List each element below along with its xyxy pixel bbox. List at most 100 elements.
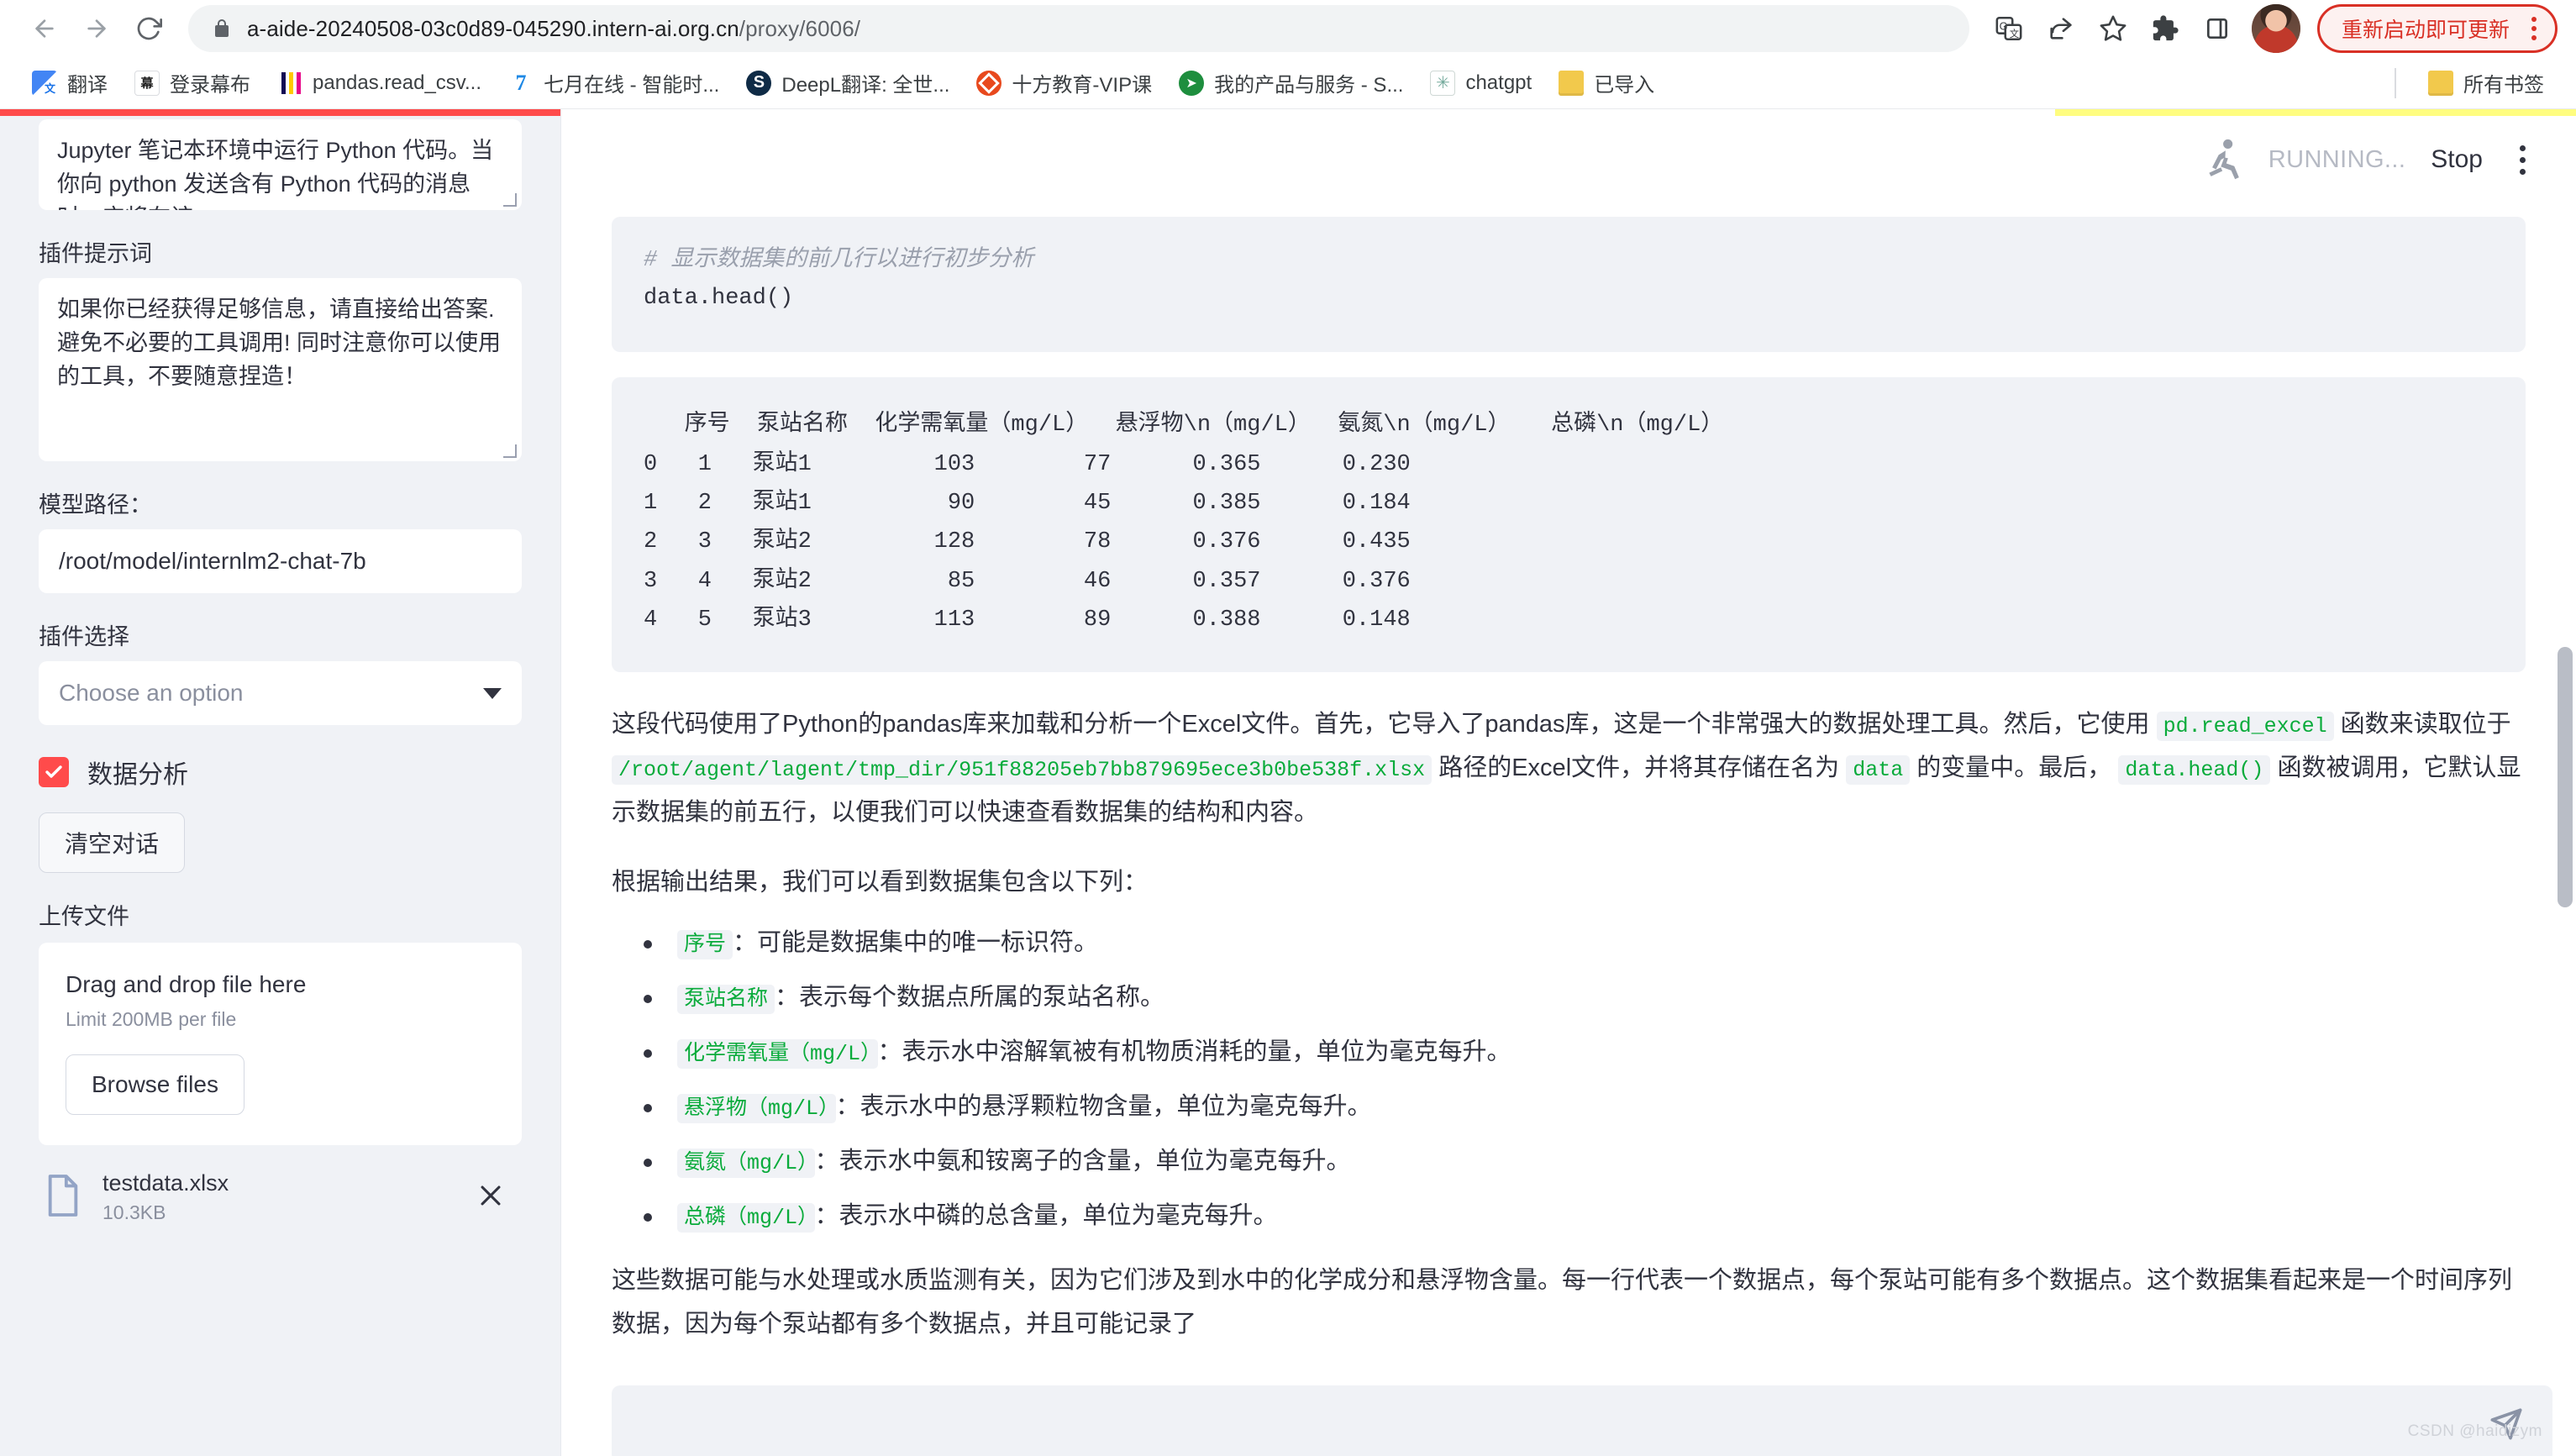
plugin-select-dropdown[interactable]: Choose an option [39,661,522,725]
share-icon[interactable] [2037,4,2085,53]
uploaded-file-size: 10.3KB [103,1201,166,1223]
svg-text:文: 文 [2010,28,2019,39]
close-icon[interactable] [476,1181,517,1214]
column-description-list: 序号 ：可能是数据集中的唯一标识符。 泵站名称 ：表示每个数据点所属的泵站名称。 化… [612,927,2526,1233]
chat-input[interactable] [612,1385,2552,1456]
plugin-prompt-value: 如果你已经获得足够信息，请直接给出答案. 避免不必要的工具调用! 同时注意你可以… [57,297,502,389]
bookmark-item-shifang[interactable]: 十方教育-VIP课 [965,61,1164,104]
all-bookmarks-button[interactable]: 所有书签 [2416,61,2556,104]
column-description: ：表示水中氨和铵离子的含量，单位为毫克每升。 [814,1148,1351,1175]
column-description: ：表示每个数据点所属的泵站名称。 [775,983,1165,1011]
code-comment-line: # 显示数据集的前几行以进行初步分析 [644,248,1034,273]
loading-progress-bar [0,109,560,116]
stop-button[interactable]: Stop [2431,145,2483,174]
column-name-code: 泵站名称 [677,984,775,1014]
folder-icon [1559,70,1585,96]
column-description: ：表示水中磷的总含量，单位为毫克每升。 [814,1202,1278,1230]
profile-avatar[interactable] [2251,4,2300,53]
bookmark-item-myproducts[interactable]: ➤ 我的产品与服务 - S... [1167,61,1415,104]
bookmark-item-mubu[interactable]: 幕 登录幕布 [123,61,262,104]
checkbox-checked[interactable] [39,757,69,787]
uploaded-file-row: testdata.xlsx 10.3KB [39,1170,522,1224]
bookmark-label: 登录幕布 [170,74,250,97]
model-path-input[interactable]: /root/model/internlm2-chat-7b [39,529,522,593]
bookmark-item-pandas[interactable]: pandas.read_csv... [265,64,493,102]
column-description: ：表示水中溶解氧被有机物质消耗的量，单位为毫克每升。 [877,1038,1511,1066]
bookmark-bar-right: 所有书签 [2395,61,2556,104]
browser-chrome: a-aide-20240508-03c0d89-045290.intern-ai… [0,0,2576,109]
main-content: RUNNING... Stop # 显示数据集的前几行以进行初步分析 data.… [561,109,2576,1456]
para1-part-b: 函数来读取位于 [2340,710,2511,738]
status-progress-strip [2055,109,2576,116]
pandas-icon [277,70,302,96]
code-block: # 显示数据集的前几行以进行初步分析 data.head() [612,217,2526,353]
bookmark-label: 十方教育-VIP课 [1012,74,1153,97]
explanation-paragraph-3: 这些数据可能与水处理或水质监测有关，因为它们涉及到水中的化学成分和悬浮物含量。每… [612,1266,2513,1338]
uploaded-file-name: testdata.xlsx [103,1170,229,1196]
bookmark-label: DeepL翻译: 全世... [781,74,950,97]
system-prompt-value: Jupyter 笔记本环境中运行 Python 代码。当你向 python 发送… [57,138,494,210]
bookmark-item-deepl[interactable]: S DeepL翻译: 全世... [734,61,961,104]
puzzle-piece-icon[interactable] [2141,4,2190,53]
plugin-prompt-textarea[interactable]: 如果你已经获得足够信息，请直接给出答案. 避免不必要的工具调用! 同时注意你可以… [39,278,522,461]
list-item: 化学需氧量（mg/L） ：表示水中溶解氧被有机物质消耗的量，单位为毫克每升。 [640,1036,2526,1070]
julyedu-icon: 7 [508,70,534,96]
sidebar: Jupyter 笔记本环境中运行 Python 代码。当你向 python 发送… [0,109,561,1456]
browse-files-button[interactable]: Browse files [66,1054,244,1115]
check-icon [45,765,62,778]
update-label: 重新启动即可更新 [2341,18,2510,42]
chevron-down-icon[interactable] [483,687,502,699]
three-dot-menu-icon[interactable] [2508,137,2537,183]
all-bookmarks-label: 所有书签 [2463,74,2544,97]
star-icon[interactable] [2089,4,2137,53]
dataframe-output: 序号 泵站名称 化学需氧量（mg/L） 悬浮物\n（mg/L） 氨氮\n（mg/… [612,377,2526,672]
bookmark-item-julyedu[interactable]: 7 七月在线 - 智能时... [497,61,731,104]
back-arrow-icon[interactable] [18,3,71,55]
translate-icon[interactable]: G文 [1985,4,2033,53]
browser-right-actions: G文 重新启动即可更新 [1985,4,2558,53]
checkbox-label: 数据分析 [87,761,188,789]
clear-chat-button[interactable]: 清空对话 [39,812,186,873]
bookmark-label: pandas.read_csv... [313,71,482,94]
streamlit-app: Jupyter 笔记本环境中运行 Python 代码。当你向 python 发送… [0,109,2576,1456]
plugin-select-value: Choose an option [59,680,244,706]
three-dot-menu-icon[interactable] [2521,17,2547,40]
main-scrollbar-thumb[interactable] [2558,647,2573,907]
column-name-code: 悬浮物（mg/L） [677,1094,836,1124]
para1-part-d: 的变量中。最后， [1916,754,2112,782]
bookmark-label: 已导入 [1594,74,1655,97]
column-description: ：可能是数据集中的唯一标识符。 [733,928,1099,956]
bookmark-item-chatgpt[interactable]: ✳ chatgpt [1418,64,1543,102]
system-prompt-textarea[interactable]: Jupyter 笔记本环境中运行 Python 代码。当你向 python 发送… [39,119,522,210]
resize-handle[interactable] [503,444,517,458]
reload-icon[interactable] [123,3,175,55]
para1-part-a: 这段代码使用了Python的pandas库来加载和分析一个Excel文件。首先，… [612,710,2150,738]
forward-arrow-icon[interactable] [71,3,123,55]
chatgpt-icon: ✳ [1430,70,1456,96]
inline-code-file-path: /root/agent/lagent/tmp_dir/951f88205eb7b… [612,755,1433,786]
running-status-text: RUNNING... [2268,145,2406,173]
bookmark-item-translate[interactable]: 翻译 [20,61,119,104]
bookmark-item-imported[interactable]: 已导入 [1547,61,1666,104]
mubu-icon: 幕 [134,70,160,96]
inline-code-read-excel: pd.read_excel [2156,711,2334,741]
side-panel-icon[interactable] [2193,4,2242,53]
resize-handle[interactable] [503,193,517,207]
address-bar[interactable]: a-aide-20240508-03c0d89-045290.intern-ai… [188,5,1969,52]
folder-icon [2428,70,2453,96]
list-item: 泵站名称 ：表示每个数据点所属的泵站名称。 [640,981,2526,1014]
list-item: 总磷（mg/L） ：表示水中磷的总含量，单位为毫克每升。 [640,1200,2526,1233]
upload-file-label: 上传文件 [39,904,129,929]
file-dropzone[interactable]: Drag and drop file here Limit 200MB per … [39,943,522,1145]
uploaded-file-meta: testdata.xlsx 10.3KB [103,1170,456,1224]
data-analysis-checkbox-row[interactable]: 数据分析 [39,754,522,791]
column-name-code: 总磷（mg/L） [677,1203,815,1233]
dropzone-limit: Limit 200MB per file [66,1008,237,1030]
chat-input-row [612,1385,2552,1456]
bookmark-label: chatgpt [1465,71,1532,94]
divider [2395,67,2396,98]
explanation-paragraph-2: 根据输出结果，我们可以看到数据集包含以下列： [612,869,1149,896]
update-available-button[interactable]: 重新启动即可更新 [2316,4,2558,53]
list-item: 悬浮物（mg/L） ：表示水中的悬浮颗粒物含量，单位为毫克每升。 [640,1091,2526,1124]
shifang-icon [976,70,1002,96]
